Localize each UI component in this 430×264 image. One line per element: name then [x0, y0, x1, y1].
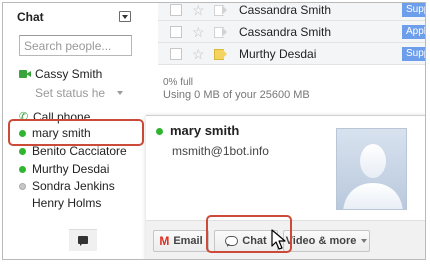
importance-marker-icon[interactable]	[214, 5, 227, 16]
video-camera-icon	[19, 70, 31, 78]
star-icon[interactable]: ☆	[192, 47, 206, 61]
contact-name: Murthy Desdai	[32, 162, 110, 176]
online-status-icon	[19, 129, 26, 137]
chat-bubble-tab[interactable]	[69, 229, 97, 251]
default-profile-silhouette-icon	[337, 129, 406, 209]
online-status-icon	[19, 147, 26, 155]
video-button-label: Video & more	[285, 235, 357, 247]
contact-name: Henry Holms	[32, 196, 102, 210]
sender-name: Murthy Desdai	[239, 46, 317, 61]
storage-quota-usage: Using 0 MB of your 25600 MB	[163, 89, 310, 101]
online-status-icon	[156, 128, 163, 135]
chevron-down-icon	[117, 91, 124, 95]
label-chip: Supp	[402, 47, 425, 61]
mail-row[interactable]: ☆ Cassandra Smith Supp	[158, 2, 425, 21]
email-button[interactable]: M Email	[153, 230, 209, 252]
avatar	[336, 128, 407, 210]
status-placeholder: Set status he	[35, 86, 106, 100]
label-chip: Appli	[402, 25, 425, 39]
self-user-row[interactable]: Cassy Smith	[19, 66, 102, 82]
contact-item-henry-holms[interactable]: Henry Holms	[32, 195, 101, 211]
chevron-down-icon	[361, 239, 368, 243]
select-checkbox[interactable]	[170, 3, 182, 16]
star-icon[interactable]: ☆	[192, 25, 206, 39]
video-and-more-button[interactable]: Video & more	[283, 230, 370, 252]
sender-name: Cassandra Smith	[239, 2, 332, 17]
contact-name: Sondra Jenkins	[32, 179, 115, 193]
importance-marker-icon[interactable]	[214, 27, 227, 38]
gmail-icon: M	[159, 234, 170, 248]
storage-quota-percent: 0% full	[163, 77, 194, 88]
label-chip: Supp	[402, 3, 425, 17]
set-status-dropdown[interactable]: Set status he	[35, 85, 130, 101]
email-button-label: Email	[173, 235, 203, 247]
importance-marker-icon[interactable]	[214, 49, 227, 60]
chat-title: Chat	[17, 10, 44, 24]
card-contact-name: mary smith	[170, 123, 240, 138]
star-icon[interactable]: ☆	[192, 3, 206, 17]
contact-name: mary smith	[32, 126, 91, 140]
contact-item-sondra-jenkins[interactable]: Sondra Jenkins	[19, 178, 115, 194]
chat-menu-dropdown-button[interactable]	[119, 11, 131, 22]
sender-name: Cassandra Smith	[239, 24, 332, 39]
card-contact-email: msmith@1bot.info	[172, 144, 269, 158]
offline-status-icon	[19, 182, 26, 190]
contact-item-mary-smith[interactable]: mary smith	[19, 125, 91, 141]
app-window: Chat Cassy Smith Set status he ✆ Call ph…	[2, 2, 426, 260]
search-people-input[interactable]	[19, 35, 132, 56]
contact-item-benito-cacciatore[interactable]: Benito Cacciatore	[19, 143, 127, 159]
chat-bubble-icon	[78, 236, 88, 246]
mouse-cursor-icon	[271, 229, 286, 250]
contact-item-murthy-desdai[interactable]: Murthy Desdai	[19, 161, 109, 177]
self-user-name: Cassy Smith	[35, 67, 103, 81]
contact-name: Benito Cacciatore	[32, 144, 127, 158]
mail-row[interactable]: ☆ Cassandra Smith Appli	[158, 21, 425, 43]
mail-row[interactable]: ☆ Murthy Desdai Supp	[158, 43, 425, 65]
online-status-icon	[19, 165, 26, 173]
chat-panel: Chat Cassy Smith Set status he ✆ Call ph…	[3, 3, 145, 259]
select-checkbox[interactable]	[170, 47, 182, 60]
select-checkbox[interactable]	[170, 25, 182, 38]
